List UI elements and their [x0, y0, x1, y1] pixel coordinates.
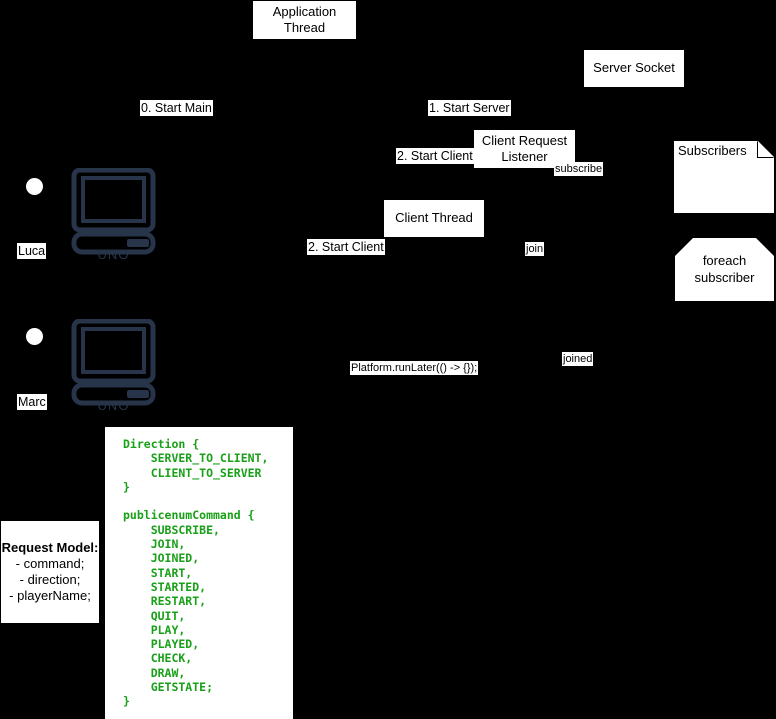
- request-model-note[interactable]: Request Model: - command; - direction; -…: [1, 521, 99, 623]
- computer-icon-marc: UNO: [71, 318, 156, 413]
- box-application-thread-label: Application Thread: [272, 3, 337, 35]
- label-joined[interactable]: joined: [562, 352, 594, 366]
- label-start-main[interactable]: 0. Start Main: [140, 100, 213, 116]
- subscribers-document[interactable]: Subscribers: [674, 141, 774, 213]
- actor-luca-head-icon: [26, 178, 43, 195]
- actor-marc-name[interactable]: Marc: [17, 394, 47, 410]
- label-start-client-top-text: 2. Start Client: [397, 149, 473, 163]
- label-platform-runlater[interactable]: Platform.runLater(() -> {});: [350, 361, 479, 375]
- computer-label-luca: UNO: [97, 247, 130, 262]
- label-start-client-top[interactable]: 2. Start Client: [396, 148, 474, 164]
- box-server-socket-label: Server Socket: [593, 60, 675, 76]
- foreach-loop-line2: subscriber: [694, 269, 755, 285]
- actor-luca-name[interactable]: Luca: [17, 243, 47, 259]
- label-start-main-text: 0. Start Main: [141, 101, 212, 115]
- subscribers-document-title: Subscribers: [678, 143, 747, 158]
- label-subscribe-text: subscribe: [555, 163, 603, 175]
- document-fold-icon: [757, 141, 774, 158]
- label-join[interactable]: join: [525, 242, 545, 256]
- box-client-request-listener-label: Client Request Listener: [481, 132, 568, 164]
- label-start-client-bottom-text: 2. Start Client: [308, 240, 384, 254]
- label-join-text: join: [526, 243, 544, 255]
- box-client-thread-label: Client Thread: [395, 210, 473, 226]
- foreach-subscriber-loop[interactable]: foreach subscriber: [675, 238, 774, 301]
- label-joined-text: joined: [563, 353, 593, 365]
- code-panel-text: Direction { SERVER_TO_CLIENT, CLIENT_TO_…: [123, 437, 269, 709]
- request-model-title: Request Model:: [1, 540, 99, 555]
- box-server-socket[interactable]: Server Socket: [584, 50, 684, 87]
- foreach-loop-line1: foreach: [702, 252, 747, 268]
- request-model-field-playername: - playerName;: [9, 588, 91, 603]
- label-start-server-text: 1. Start Server: [429, 101, 510, 115]
- computer-label-marc: UNO: [97, 398, 130, 413]
- box-client-thread[interactable]: Client Thread: [384, 200, 484, 237]
- code-panel[interactable]: Direction { SERVER_TO_CLIENT, CLIENT_TO_…: [105, 427, 293, 719]
- label-start-client-bottom[interactable]: 2. Start Client: [307, 239, 385, 255]
- actor-luca-name-text: Luca: [18, 244, 46, 258]
- box-application-thread[interactable]: Application Thread: [253, 1, 356, 39]
- label-subscribe[interactable]: subscribe: [554, 162, 604, 176]
- computer-icon-luca: UNO: [71, 167, 156, 262]
- label-start-server[interactable]: 1. Start Server: [428, 100, 511, 116]
- label-platform-runlater-text: Platform.runLater(() -> {});: [351, 362, 478, 374]
- actor-marc-name-text: Marc: [18, 395, 46, 409]
- actor-marc-head-icon: [26, 328, 43, 345]
- diagram-canvas: Application Thread Server Socket Client …: [0, 0, 776, 719]
- request-model-field-direction: - direction;: [19, 572, 81, 587]
- request-model-field-command: - command;: [15, 556, 85, 571]
